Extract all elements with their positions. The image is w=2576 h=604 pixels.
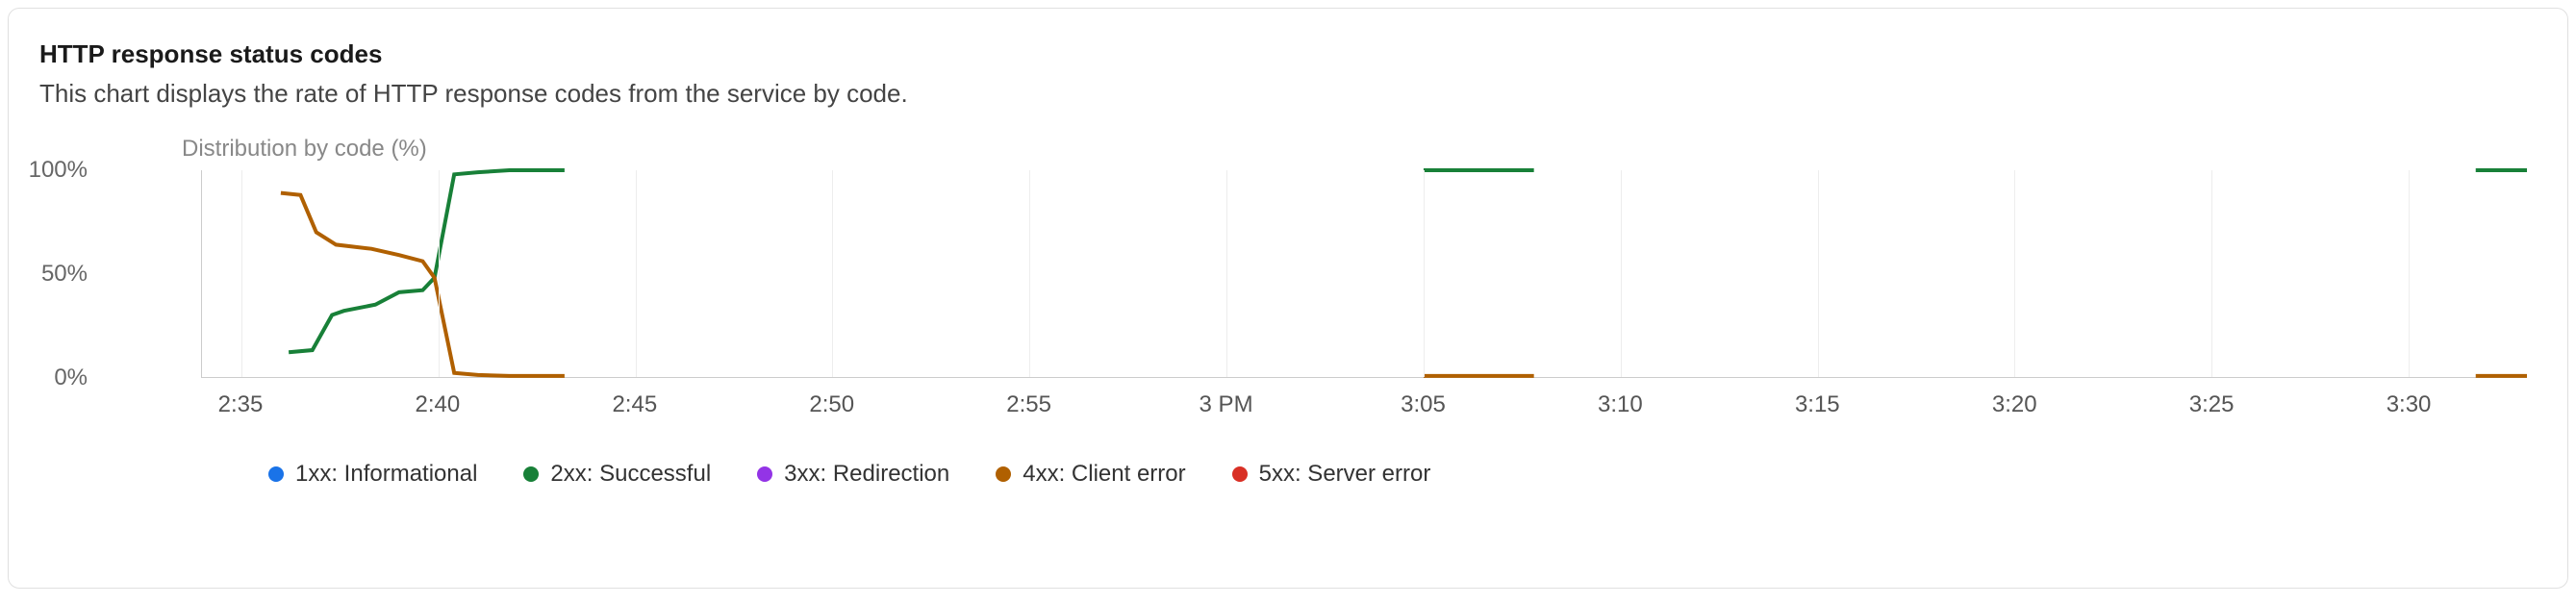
legend-swatch-icon	[996, 466, 1011, 482]
series-line	[289, 170, 565, 352]
x-tick-label: 3 PM	[1200, 391, 1253, 418]
y-tick-label: 100%	[29, 157, 88, 184]
grid-line-vertical	[2409, 170, 2410, 377]
grid-line-vertical	[439, 170, 440, 377]
grid-line-vertical	[1621, 170, 1622, 377]
chart-area: Distribution by code (%) 100%50%0% 2:352…	[105, 136, 2527, 488]
legend-item[interactable]: 4xx: Client error	[996, 461, 1185, 488]
grid-line-vertical	[2211, 170, 2212, 377]
grid-line-vertical	[636, 170, 637, 377]
legend-item[interactable]: 5xx: Server error	[1232, 461, 1431, 488]
y-axis: 100%50%0%	[97, 170, 193, 378]
legend-item[interactable]: 3xx: Redirection	[757, 461, 949, 488]
y-tick-label: 50%	[41, 261, 88, 288]
grid-line-vertical	[1818, 170, 1819, 377]
legend: 1xx: Informational 2xx: Successful 3xx: Re…	[268, 461, 2527, 488]
legend-label: 1xx: Informational	[295, 461, 477, 488]
grid-line-vertical	[1424, 170, 1425, 377]
plot-region[interactable]	[201, 170, 2527, 378]
legend-swatch-icon	[268, 466, 284, 482]
x-axis: 2:35 2:40 2:45 2:50 2:55 3 PM 3:05 3:10 3:15 3:20…	[201, 384, 2527, 426]
y-tick-label: 0%	[54, 365, 88, 391]
grid-line-vertical	[241, 170, 242, 377]
series-line	[281, 193, 565, 376]
x-tick-label: 3:05	[1401, 391, 1446, 418]
legend-swatch-icon	[523, 466, 539, 482]
x-tick-label: 3:30	[2387, 391, 2432, 418]
legend-label: 5xx: Server error	[1259, 461, 1431, 488]
panel-title: HTTP response status codes	[39, 39, 2537, 69]
x-tick-label: 2:35	[218, 391, 264, 418]
legend-label: 3xx: Redirection	[784, 461, 949, 488]
x-tick-label: 3:25	[2189, 391, 2235, 418]
legend-swatch-icon	[757, 466, 772, 482]
legend-item[interactable]: 2xx: Successful	[523, 461, 711, 488]
grid-line-vertical	[1226, 170, 1227, 377]
x-tick-label: 2:55	[1006, 391, 1051, 418]
lines-svg	[202, 170, 2527, 377]
legend-item[interactable]: 1xx: Informational	[268, 461, 477, 488]
panel-subtitle: This chart displays the rate of HTTP res…	[39, 79, 2537, 109]
x-tick-label: 3:15	[1795, 391, 1840, 418]
x-tick-label: 3:20	[1992, 391, 2037, 418]
chart-axis-title: Distribution by code (%)	[105, 136, 2527, 163]
x-tick-label: 2:50	[809, 391, 854, 418]
grid-line-vertical	[832, 170, 833, 377]
chart-panel: HTTP response status codes This chart di…	[8, 8, 2568, 589]
legend-swatch-icon	[1232, 466, 1248, 482]
grid-line-vertical	[2014, 170, 2015, 377]
x-tick-label: 2:45	[612, 391, 657, 418]
grid-line-vertical	[1029, 170, 1030, 377]
legend-label: 2xx: Successful	[550, 461, 711, 488]
plot-wrap: 100%50%0%	[105, 170, 2527, 378]
x-tick-label: 2:40	[416, 391, 461, 418]
x-tick-label: 3:10	[1598, 391, 1643, 418]
legend-label: 4xx: Client error	[1023, 461, 1185, 488]
